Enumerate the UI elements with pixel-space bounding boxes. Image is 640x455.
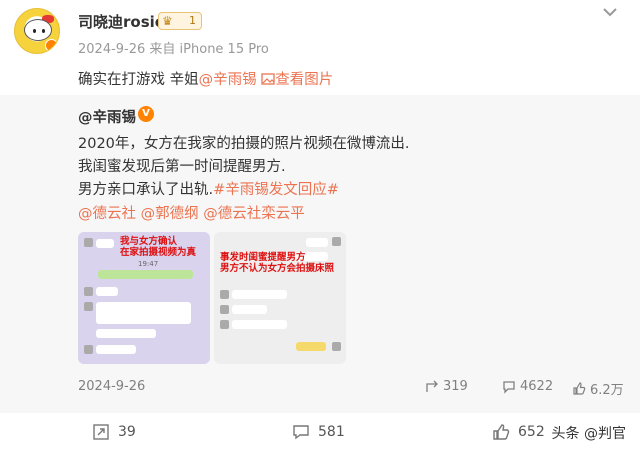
mention-row: @德云社 @郭德纲 @德云社栾云平	[78, 202, 305, 223]
chat-bubble	[96, 302, 191, 324]
blurred-avatar	[84, 238, 93, 247]
post-text: 确实在打游戏 辛姐@辛雨锡 查看图片	[78, 68, 333, 89]
chat-bubble	[96, 345, 136, 354]
repost-reposts[interactable]: 319	[425, 379, 468, 394]
watermark: 头条 @判官	[549, 423, 628, 443]
repost-icon	[426, 380, 438, 392]
action-bar: 39 581 652 头条 @判官	[0, 413, 640, 455]
chat-bubble	[306, 238, 328, 247]
repost-author[interactable]: @辛雨锡	[78, 106, 136, 127]
kitty-face-icon	[24, 19, 52, 41]
member-level: 1	[189, 14, 196, 27]
image-caption: 在家拍摄视频为真	[120, 247, 197, 258]
blurred-avatar	[84, 302, 93, 311]
blurred-avatar	[84, 287, 93, 296]
chat-bubble	[96, 239, 114, 248]
hashtag-link[interactable]: #辛雨锡发文回应#	[213, 182, 339, 198]
like-count: 652	[518, 424, 545, 440]
repost-card[interactable]: @辛雨锡 V 2020年，女方在我家的拍摄的照片视频在微博流出. 我闺蜜发现后第…	[0, 95, 640, 413]
mention-deyunshe[interactable]: @德云社	[78, 206, 136, 222]
repost-image-1[interactable]: 我与女方确认 在家拍摄视频为真 19:47	[78, 232, 210, 364]
repost-line-text: 男方亲口承认了出轨.	[78, 182, 214, 198]
member-level-badge[interactable]: ♛ 1	[158, 12, 202, 30]
blurred-avatar	[332, 342, 341, 351]
blurred-avatar	[220, 290, 229, 299]
eye-icon	[42, 29, 45, 33]
like-count: 6.2万	[590, 383, 624, 398]
comment-icon	[503, 380, 515, 394]
blurred-avatar	[84, 345, 93, 354]
avatar[interactable]	[14, 8, 60, 54]
repost-date: 2024-9-26	[78, 379, 146, 394]
image-caption: 男方不认为女方会拍摄床照	[220, 263, 335, 274]
comment-button[interactable]: 581	[292, 423, 345, 441]
crown-icon: ♛	[162, 14, 173, 28]
image-icon	[261, 73, 275, 85]
repost-comments[interactable]: 4622	[502, 379, 553, 394]
repost-image-2[interactable]: 事发时闺蜜提醒男方 男方不认为女方会拍摄床照	[214, 232, 346, 364]
repost-count: 319	[443, 379, 468, 394]
image-caption: 事发时闺蜜提醒男方	[220, 252, 306, 263]
share-count: 39	[118, 424, 136, 440]
like-icon	[573, 381, 586, 395]
chat-bubble	[296, 342, 326, 351]
verified-badge-icon: V	[138, 106, 154, 122]
comment-count: 581	[318, 424, 345, 440]
post-text-body: 确实在打游戏 辛姐	[78, 72, 199, 88]
mention-guodegang[interactable]: @郭德纲	[141, 206, 199, 222]
blurred-avatar	[332, 237, 341, 246]
chat-time: 19:47	[138, 260, 159, 268]
mention-link[interactable]: @辛雨锡	[199, 72, 257, 88]
repost-line: 2020年，女方在我家的拍摄的照片视频在微博流出.	[78, 136, 410, 152]
mention-luanyunping[interactable]: @德云社栾云平	[203, 206, 305, 222]
chat-bubble	[98, 270, 193, 279]
chat-bubble	[96, 287, 118, 296]
like-icon	[493, 424, 510, 440]
share-button[interactable]: 39	[92, 423, 136, 441]
chat-bubble	[96, 329, 156, 338]
chat-bubble	[232, 290, 287, 299]
eye-icon	[33, 29, 36, 33]
repost-likes[interactable]: 6.2万	[572, 379, 624, 398]
image-caption: 我与女方确认	[120, 236, 178, 247]
chat-bubble	[232, 305, 267, 314]
repost-line: 男方亲口承认了出轨.#辛雨锡发文回应#	[78, 178, 339, 199]
blurred-avatar	[220, 305, 229, 314]
like-button[interactable]: 652	[492, 423, 545, 441]
vip-badge-icon	[45, 39, 58, 52]
post-meta: 2024-9-26 来自 iPhone 15 Pro	[78, 42, 269, 57]
view-image-label: 查看图片	[275, 72, 334, 88]
share-icon	[93, 424, 109, 440]
blurred-avatar	[220, 320, 229, 329]
chevron-down-icon[interactable]	[600, 4, 620, 20]
post-header: 司晓迪rosie ♛ 1 2024-9-26 来自 iPhone 15 Pro	[0, 0, 640, 60]
comment-count: 4622	[520, 379, 554, 394]
repost-line: 我闺蜜发现后第一时间提醒男方.	[78, 159, 286, 175]
view-image-link[interactable]: 查看图片	[261, 72, 333, 88]
chat-bubble	[232, 320, 287, 329]
comment-icon	[293, 425, 309, 440]
author-name[interactable]: 司晓迪rosie	[78, 11, 165, 32]
